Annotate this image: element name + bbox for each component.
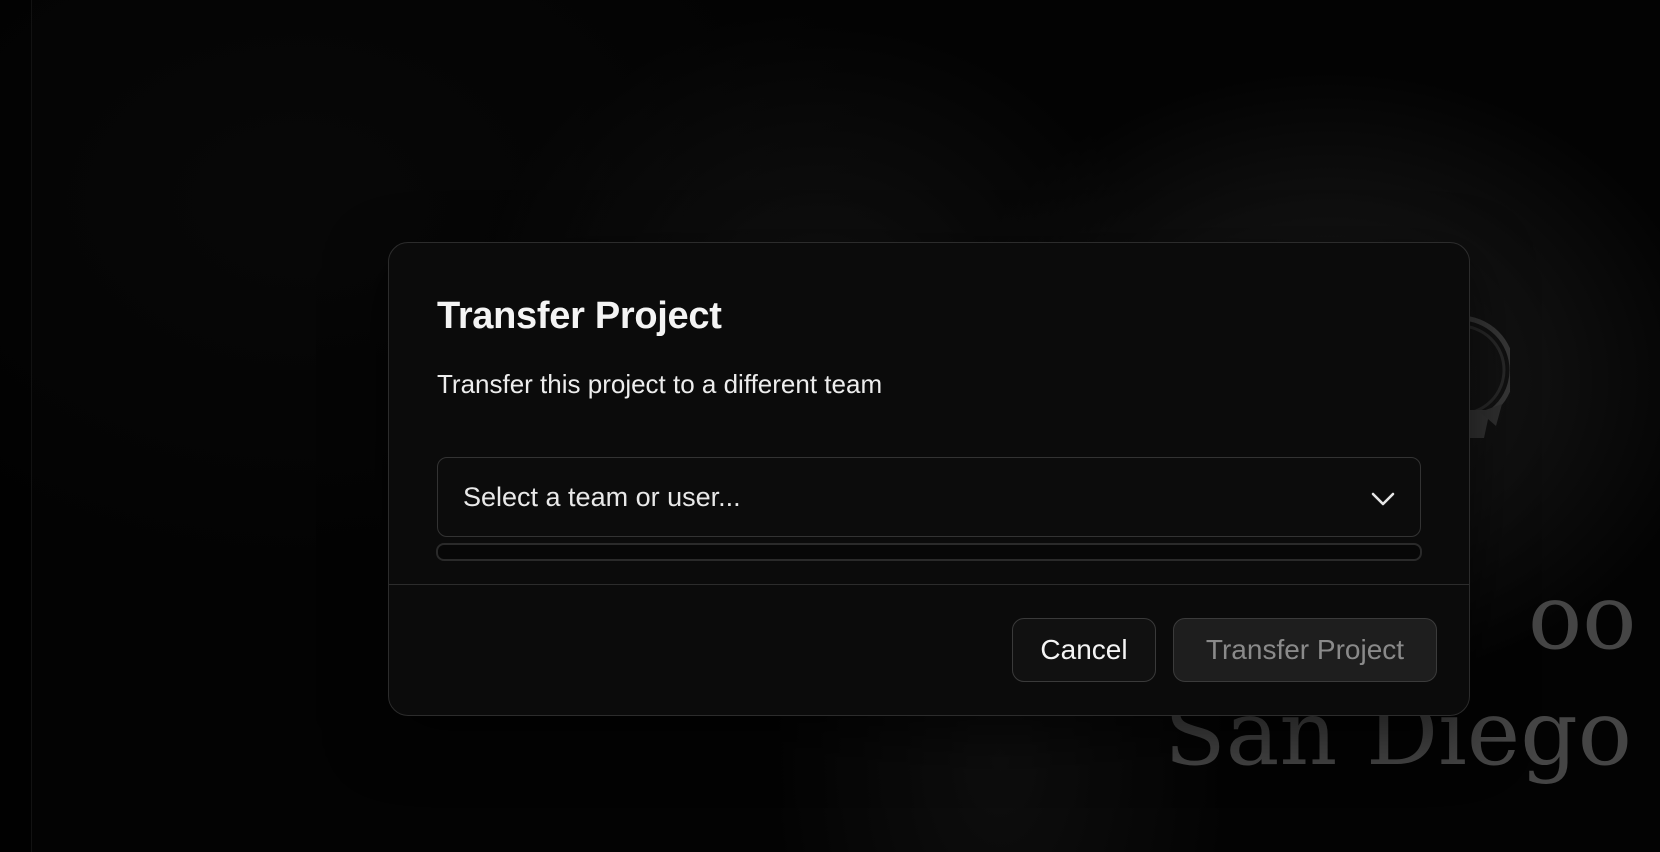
dialog-footer-divider: [389, 584, 1469, 585]
team-select[interactable]: Select a team or user...: [437, 457, 1421, 537]
transfer-project-dialog: Transfer Project Transfer this project t…: [388, 242, 1470, 716]
cancel-button[interactable]: Cancel: [1012, 618, 1156, 682]
team-results-list: [436, 543, 1422, 561]
dialog-title: Transfer Project: [437, 295, 722, 337]
transfer-project-button[interactable]: Transfer Project: [1173, 618, 1437, 682]
chevron-down-icon: [1371, 492, 1395, 506]
team-select-placeholder: Select a team or user...: [463, 482, 741, 512]
dialog-description: Transfer this project to a different tea…: [437, 369, 883, 399]
